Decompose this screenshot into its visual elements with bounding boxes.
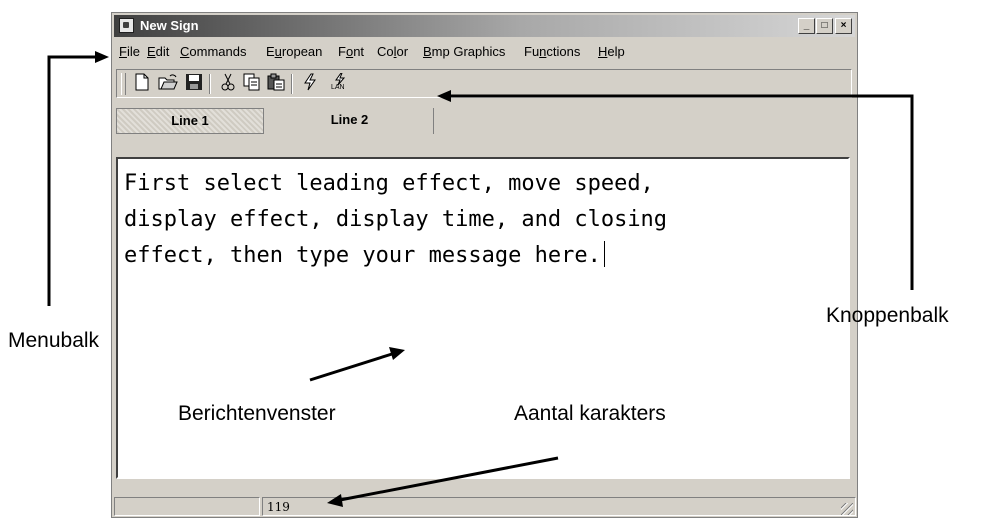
callout-knoppenbalk: Knoppenbalk <box>826 304 949 327</box>
menubalk-arrow-line <box>47 55 97 306</box>
callout-aantal-karakters: Aantal karakters <box>514 402 666 425</box>
knoppenbalk-arrowhead <box>437 90 451 102</box>
callout-menubalk: Menubalk <box>8 329 100 352</box>
annotation-arrows <box>47 51 914 507</box>
aantal-arrow-line <box>339 456 559 502</box>
knoppenbalk-arrow-line <box>450 94 914 290</box>
menubalk-arrowhead <box>95 51 109 63</box>
berichtenvenster-arrow-line <box>309 352 393 382</box>
berichtenvenster-arrowhead <box>389 347 405 360</box>
aantal-arrowhead <box>327 494 343 507</box>
callout-berichtenvenster: Berichtenvenster <box>178 402 336 425</box>
